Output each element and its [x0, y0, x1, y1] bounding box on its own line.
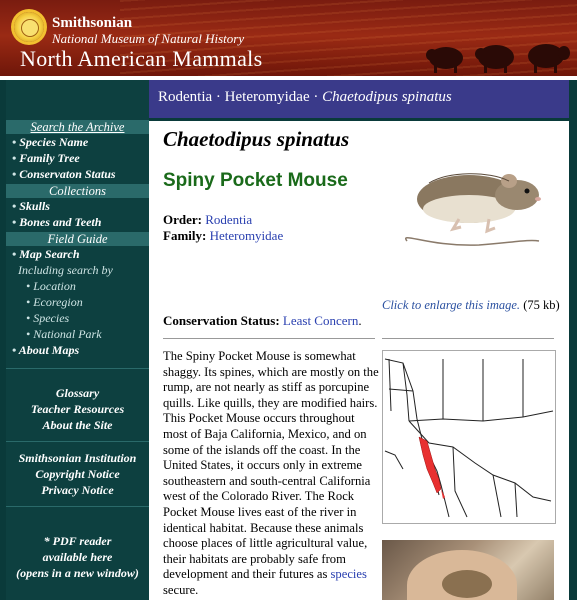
species-description: The Spiny Pocket Mouse is somewhat shagg…	[163, 349, 379, 599]
sidebar-item-label[interactable]: Family Tree	[19, 151, 80, 165]
breadcrumb-species: Chaetodipus spinatus	[322, 89, 452, 105]
description-tail: secure.	[163, 582, 199, 597]
sidebar-subitem-label[interactable]: Location	[33, 279, 76, 293]
bullet-icon: •	[12, 343, 19, 357]
common-name-heading: Spiny Pocket Mouse	[163, 170, 348, 191]
order-line: Order: Rodentia	[163, 212, 252, 228]
sidebar-divider	[6, 441, 149, 442]
copyright-notice-link[interactable]: Copyright Notice	[6, 466, 149, 482]
sidebar-including-label: Including search by	[18, 263, 113, 277]
sidebar-item-conservation-status[interactable]: • Conservaton Status	[6, 166, 149, 182]
sidebar-item-label[interactable]: Map Search	[19, 247, 79, 261]
family-link[interactable]: Heteromyidae	[210, 228, 284, 243]
family-label: Family:	[163, 228, 207, 243]
sidebar-subitem-national-park[interactable]: • National Park	[6, 326, 149, 342]
museum-name[interactable]: National Museum of Natural History	[52, 31, 244, 47]
species-link[interactable]: species	[331, 567, 367, 581]
image-size: (75 kb)	[523, 298, 560, 312]
family-line: Family: Heteromyidae	[163, 228, 283, 244]
breadcrumb: Rodentia · Heteromyidae · Chaetodipus sp…	[149, 80, 569, 118]
order-label: Order:	[163, 212, 202, 227]
order-link[interactable]: Rodentia	[205, 212, 252, 227]
search-archive-link[interactable]: Search the Archive	[31, 120, 125, 134]
site-title[interactable]: North American Mammals	[20, 46, 262, 72]
sidebar-item-about-maps[interactable]: • About Maps	[6, 342, 149, 358]
conservation-line: Conservation Status: Least Concern.	[163, 313, 362, 328]
sidebar-heading-collections: Collections	[6, 184, 149, 198]
description-text: The Spiny Pocket Mouse is somewhat shagg…	[163, 349, 379, 582]
conservation-label: Conservation Status:	[163, 313, 280, 328]
sidebar-item-family-tree[interactable]: • Family Tree	[6, 150, 149, 166]
site-header: Smithsonian National Museum of Natural H…	[0, 0, 577, 80]
sidebar-subitem-label[interactable]: Species	[33, 311, 69, 325]
sidebar-item-label[interactable]: Conservaton Status	[19, 167, 115, 181]
breadcrumb-separator: ·	[215, 89, 221, 105]
sidebar-subitem-label[interactable]: National Park	[33, 327, 101, 341]
enlarge-image-link[interactable]: Click to enlarge this image.	[382, 298, 520, 312]
page-title: Chaetodipus spinatus	[163, 127, 350, 151]
institution-name[interactable]: Smithsonian	[52, 15, 132, 32]
right-frame-edge	[569, 80, 577, 600]
pdf-reader-link[interactable]: available here	[6, 549, 149, 565]
habitat-photo[interactable]	[382, 540, 554, 600]
privacy-notice-link[interactable]: Privacy Notice	[6, 482, 149, 498]
range-map[interactable]	[382, 350, 556, 524]
sidebar-subitem-ecoregion[interactable]: • Ecoregion	[6, 294, 149, 310]
sidebar-heading-field-guide: Field Guide	[6, 232, 149, 246]
sidebar-item-species-name[interactable]: • Species Name	[6, 134, 149, 150]
sidebar-subitem-label[interactable]: Ecoregion	[33, 295, 83, 309]
glossary-link[interactable]: Glossary	[6, 385, 149, 401]
sidebar-heading-search[interactable]: Search the Archive	[6, 120, 149, 134]
divider	[163, 338, 375, 339]
sidebar-divider	[6, 368, 149, 369]
sidebar-item-skulls[interactable]: • Skulls	[6, 198, 149, 214]
sidebar-subitem-location[interactable]: • Location	[6, 278, 149, 294]
sun-logo-center	[21, 19, 39, 37]
divider	[382, 338, 554, 339]
smithsonian-institution-link[interactable]: Smithsonian Institution	[6, 450, 149, 466]
pdf-reader-note[interactable]: * PDF reader	[6, 533, 149, 549]
breadcrumb-separator: ·	[313, 89, 319, 105]
pocket-mouse-illustration[interactable]	[389, 161, 549, 253]
breadcrumb-family[interactable]: Heteromyidae	[225, 89, 310, 105]
sidebar-subitem-species[interactable]: • Species	[6, 310, 149, 326]
enlarge-image-caption: Click to enlarge this image. (75 kb)	[382, 298, 562, 313]
conservation-link[interactable]: Least Concern	[283, 313, 358, 328]
about-site-link[interactable]: About the Site	[6, 417, 149, 433]
sidebar-divider	[6, 506, 149, 507]
photo-mouse	[442, 570, 492, 598]
sidebar-item-label[interactable]: About Maps	[19, 343, 79, 357]
sidebar-item-label[interactable]: Skulls	[19, 199, 50, 213]
sidebar-item-label[interactable]: Bones and Teeth	[19, 215, 101, 229]
species-content: Chaetodipus spinatus Spiny Pocket Mouse …	[149, 121, 569, 600]
teacher-resources-link[interactable]: Teacher Resources	[6, 401, 149, 417]
sidebar-item-label[interactable]: Species Name	[19, 135, 88, 149]
sidebar-nav: Search the Archive • Species Name • Fami…	[6, 80, 149, 600]
sidebar-item-bones-teeth[interactable]: • Bones and Teeth	[6, 214, 149, 230]
breadcrumb-order[interactable]: Rodentia	[158, 89, 212, 105]
range-map-drawing	[383, 351, 555, 523]
musk-oxen-silhouette-icon	[426, 44, 570, 73]
pdf-reader-window-note: (opens in a new window)	[16, 566, 139, 580]
sidebar-item-map-search[interactable]: • Map Search	[6, 246, 149, 262]
